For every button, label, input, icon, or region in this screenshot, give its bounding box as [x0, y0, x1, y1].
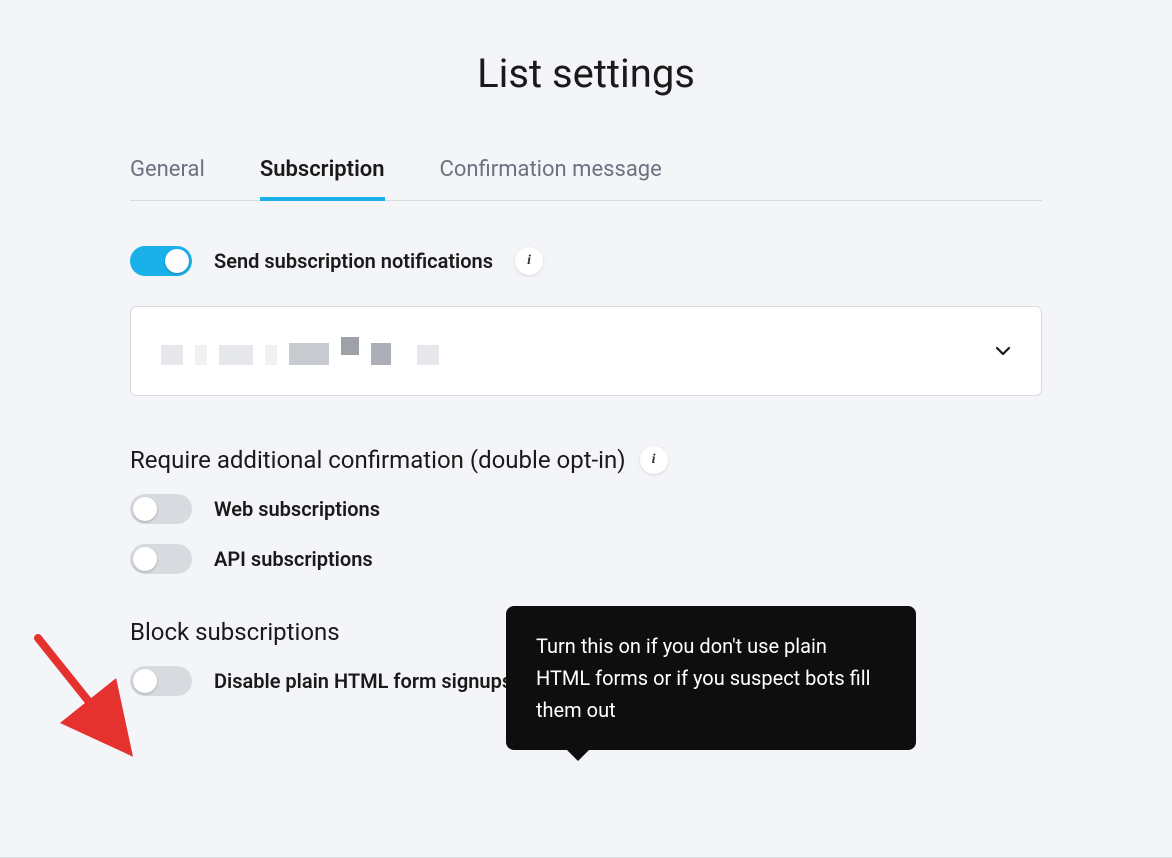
disable-html-toggle[interactable]	[130, 666, 192, 696]
tooltip-text: Turn this on if you don't use plain HTML…	[536, 634, 870, 722]
tooltip: Turn this on if you don't use plain HTML…	[506, 606, 916, 750]
web-subscriptions-toggle[interactable]	[130, 494, 192, 524]
require-confirmation-title: Require additional confirmation (double …	[130, 446, 1042, 474]
disable-html-label: Disable plain HTML form signups	[214, 669, 512, 693]
web-subscriptions-row: Web subscriptions	[130, 494, 1042, 524]
toggle-knob	[165, 249, 189, 273]
toggle-knob	[133, 497, 157, 521]
send-notifications-row: Send subscription notifications i	[130, 246, 1042, 276]
notification-dropdown[interactable]	[130, 306, 1042, 396]
api-subscriptions-row: API subscriptions	[130, 544, 1042, 574]
tab-subscription[interactable]: Subscription	[260, 157, 385, 200]
chevron-down-icon	[995, 343, 1011, 359]
web-subscriptions-label: Web subscriptions	[214, 497, 380, 521]
require-confirmation-title-text: Require additional confirmation (double …	[130, 446, 626, 474]
dropdown-placeholder	[161, 337, 439, 365]
send-notifications-toggle[interactable]	[130, 246, 192, 276]
toggle-knob	[133, 547, 157, 571]
api-subscriptions-toggle[interactable]	[130, 544, 192, 574]
tabs-bar: General Subscription Confirmation messag…	[130, 157, 1042, 201]
info-icon[interactable]: i	[515, 247, 543, 275]
info-icon[interactable]: i	[640, 446, 668, 474]
api-subscriptions-label: API subscriptions	[214, 547, 373, 571]
send-notifications-label: Send subscription notifications	[214, 249, 493, 273]
toggle-knob	[133, 669, 157, 693]
tab-general[interactable]: General	[130, 157, 205, 200]
page-title: List settings	[130, 50, 1042, 97]
tab-confirmation[interactable]: Confirmation message	[440, 157, 662, 200]
